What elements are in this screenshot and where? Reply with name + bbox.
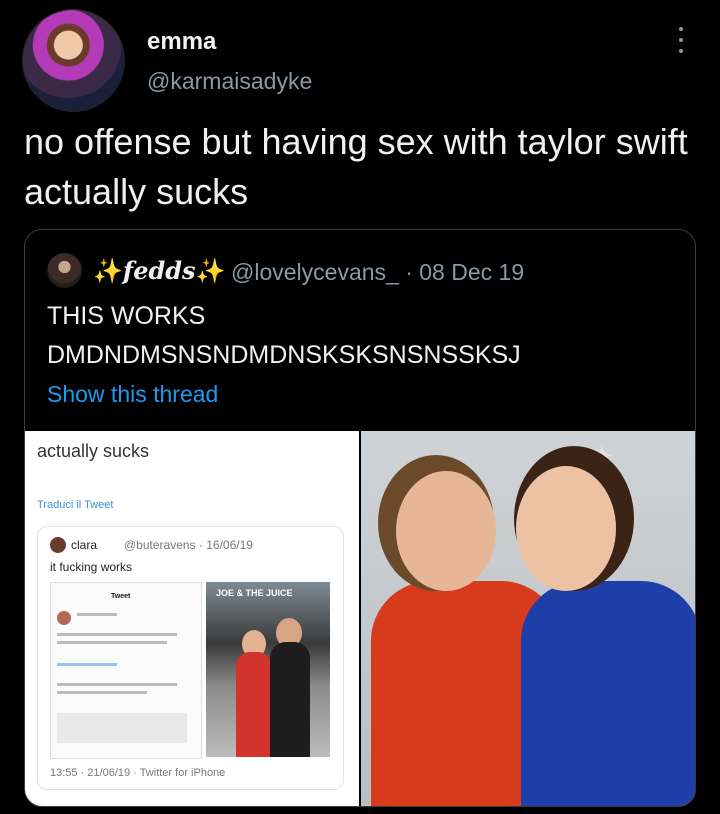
phone-line	[57, 683, 177, 686]
author-handle[interactable]: @karmaisadyke	[147, 68, 312, 95]
phone-line	[57, 633, 177, 636]
person-body	[236, 652, 272, 757]
quoted-author-name: ✨fedds✨	[93, 256, 225, 285]
more-vertical-icon[interactable]	[676, 27, 686, 53]
inner-name: clara	[71, 538, 98, 552]
avatar-ring	[22, 9, 125, 112]
quoted-text-line1: THIS WORKS	[47, 302, 206, 330]
person-head	[396, 471, 496, 591]
nested-phone-screenshot: Tweet	[50, 582, 202, 759]
sparkle-icon: ✨	[195, 256, 226, 285]
phone-line	[77, 613, 117, 616]
inner-footer: 13:55 · 21/06/19 · Twitter for iPhone	[50, 767, 226, 779]
nested-photo: JOE & THE JUICE	[206, 582, 330, 757]
sparkle-icon: ✨	[93, 256, 123, 285]
photo-sign: JOE & THE JUICE	[216, 588, 293, 598]
backdrop-logo: ✦	[591, 441, 613, 471]
screenshot-top-text: actually sucks	[37, 441, 150, 461]
quoted-name-text: fedds	[122, 256, 196, 285]
quoted-avatar	[47, 253, 82, 288]
inner-avatar	[50, 537, 66, 553]
phone-card	[57, 713, 187, 743]
author-name[interactable]: emma	[147, 28, 216, 56]
quoted-handle-date: @lovelycevans_ · 08 Dec 19	[231, 259, 525, 285]
screenshot-inner-card: clara @buteravens · 16/06/19 it fucking …	[37, 526, 344, 790]
quoted-tweet-card[interactable]: ✨fedds✨ @lovelycevans_ · 08 Dec 19 THIS …	[24, 229, 696, 807]
inner-handle: @buteravens · 16/06/19	[124, 538, 253, 552]
person-body	[270, 642, 310, 757]
tweet-text: no offense but having sex with taylor sw…	[24, 121, 688, 212]
phone-line	[57, 691, 147, 694]
quoted-image-screenshot[interactable]: actually sucks Traduci il Tweet clara @b…	[25, 431, 359, 806]
phone-avatar	[57, 611, 71, 625]
show-thread-link[interactable]: Show this thread	[47, 381, 218, 408]
person-head	[516, 466, 616, 591]
quoted-text-line2: DMDNDMSNSNDMDNSKSKSNSNSSKSJ	[47, 341, 521, 369]
phone-title: Tweet	[111, 593, 131, 600]
phone-line	[57, 641, 167, 644]
quoted-image-photo[interactable]: ✦	[361, 431, 695, 806]
screenshot-translate-link: Traduci il Tweet	[37, 499, 114, 511]
person-body	[521, 581, 695, 806]
inner-text: it fucking works	[50, 560, 133, 574]
phone-line	[57, 663, 117, 666]
